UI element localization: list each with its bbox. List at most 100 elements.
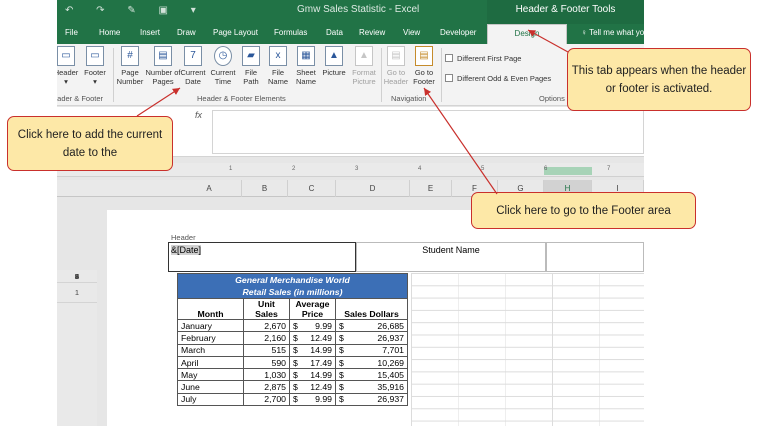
header-sales-dollars[interactable]: Sales Dollars bbox=[335, 298, 408, 320]
go-to-header-icon: ▤ bbox=[387, 46, 405, 66]
different-first-page-checkbox[interactable]: Different First Page bbox=[445, 54, 521, 63]
average-price-cell[interactable]: $14.99 bbox=[289, 368, 336, 382]
sales-dollars-cell[interactable]: $15,405 bbox=[335, 368, 408, 382]
currency-symbol: $ bbox=[339, 382, 344, 393]
tab-data[interactable]: Data bbox=[326, 28, 343, 37]
header-unit-sales[interactable]: Unit Sales bbox=[243, 298, 290, 320]
row-header[interactable]: 9 bbox=[57, 270, 97, 283]
table-row: May 1,030 $14.99 $15,405 bbox=[177, 368, 408, 382]
different-odd-even-checkbox[interactable]: Different Odd & Even Pages bbox=[445, 74, 551, 83]
sales-dollars-cell[interactable]: $10,269 bbox=[335, 355, 408, 370]
tab-page-layout[interactable]: Page Layout bbox=[213, 28, 258, 37]
sales-value: 7,701 bbox=[382, 345, 404, 356]
month-cell[interactable]: May bbox=[177, 368, 244, 382]
window-title: Gmw Sales Statistic - Excel bbox=[297, 4, 420, 15]
column-header-d[interactable]: D bbox=[336, 180, 410, 197]
group-separator bbox=[381, 48, 382, 102]
tell-me-box[interactable]: ♀ Tell me what yo bbox=[581, 28, 644, 37]
average-price-cell[interactable]: $12.49 bbox=[289, 331, 336, 345]
month-cell[interactable]: July bbox=[177, 392, 244, 407]
month-cell[interactable]: March bbox=[177, 343, 244, 357]
unit-sales-cell[interactable]: 2,700 bbox=[243, 392, 290, 407]
current-date-button[interactable]: 7 Current Date bbox=[179, 46, 207, 86]
format-picture-button[interactable]: ▲ Format Picture bbox=[349, 46, 379, 86]
month-cell[interactable]: February bbox=[177, 331, 244, 345]
picture-button[interactable]: ▲ Picture bbox=[319, 46, 349, 77]
file-name-button[interactable]: x File Name bbox=[265, 46, 291, 86]
average-price-cell[interactable]: $14.99 bbox=[289, 343, 336, 357]
column-header-a[interactable]: A bbox=[177, 180, 242, 197]
tab-file[interactable]: File bbox=[65, 28, 78, 37]
contextual-tab-title: Header & Footer Tools bbox=[487, 0, 644, 24]
column-header-e[interactable]: E bbox=[410, 180, 452, 197]
footer-button[interactable]: ▭ Footer ▾ bbox=[81, 46, 109, 86]
go-to-header-button[interactable]: ▤ Go to Header bbox=[383, 46, 409, 86]
ruler-mark: 5 bbox=[481, 166, 485, 172]
ruler-selection bbox=[544, 167, 592, 175]
average-price-cell[interactable]: $9.99 bbox=[289, 392, 336, 407]
file-path-label: File Path bbox=[243, 68, 259, 86]
currency-symbol: $ bbox=[293, 369, 298, 380]
unit-sales-cell[interactable]: 1,030 bbox=[243, 368, 290, 382]
current-time-button[interactable]: ◷ Current Time bbox=[209, 46, 237, 86]
ribbon-tabs: File Home Insert Draw Page Layout Formul… bbox=[57, 24, 644, 44]
sales-dollars-cell[interactable]: $26,937 bbox=[335, 331, 408, 345]
currency-symbol: $ bbox=[339, 394, 344, 405]
sales-dollars-cell[interactable]: $35,916 bbox=[335, 380, 408, 394]
header-month[interactable]: Month bbox=[177, 298, 244, 320]
unit-sales-cell[interactable]: 2,160 bbox=[243, 331, 290, 345]
unit-sales-cell[interactable]: 2,670 bbox=[243, 318, 290, 333]
cell-grid[interactable] bbox=[411, 273, 644, 426]
tab-formulas[interactable]: Formulas bbox=[274, 28, 307, 37]
page-number-button[interactable]: # Page Number bbox=[115, 46, 145, 86]
fx-icon[interactable]: fx bbox=[195, 110, 202, 120]
checkbox-icon bbox=[445, 54, 453, 62]
header-right-section[interactable] bbox=[546, 242, 644, 272]
column-header-b[interactable]: B bbox=[242, 180, 288, 197]
tab-insert[interactable]: Insert bbox=[140, 28, 160, 37]
ribbon-design: ▭Header▾ ▭Footer▾ eader & Footer #Page N… bbox=[57, 44, 644, 106]
number-of-pages-button[interactable]: ▤ Number of Pages bbox=[145, 46, 181, 86]
header-average-price[interactable]: Average Price bbox=[289, 298, 336, 320]
quick-access-toolbar[interactable]: ↶ ↷ ✎ ▣ ▾ bbox=[65, 5, 206, 16]
folder-icon: ▰ bbox=[242, 46, 260, 66]
month-cell[interactable]: January bbox=[177, 318, 244, 333]
header-left-section[interactable]: &[Date] bbox=[168, 242, 356, 272]
table-row: January 2,670 $9.99 $26,685 bbox=[177, 318, 408, 333]
tab-developer[interactable]: Developer bbox=[440, 28, 476, 37]
unit-sales-cell[interactable]: 2,875 bbox=[243, 380, 290, 394]
sales-dollars-cell[interactable]: $26,685 bbox=[335, 318, 408, 333]
currency-symbol: $ bbox=[293, 332, 298, 343]
header-student-name: Student Name bbox=[422, 245, 480, 255]
sales-dollars-cell[interactable]: $7,701 bbox=[335, 343, 408, 357]
month-cell[interactable]: April bbox=[177, 355, 244, 370]
file-path-button[interactable]: ▰ File Path bbox=[239, 46, 263, 86]
column-header-c[interactable]: C bbox=[288, 180, 336, 197]
currency-symbol: $ bbox=[293, 357, 298, 368]
average-price-cell[interactable]: $17.49 bbox=[289, 355, 336, 370]
tell-me-text: Tell me what yo bbox=[589, 28, 644, 37]
sales-dollars-cell[interactable]: $26,937 bbox=[335, 392, 408, 407]
average-price-cell[interactable]: $12.49 bbox=[289, 380, 336, 394]
tab-design[interactable]: Design bbox=[487, 24, 567, 44]
table-row: March 515 $14.99 $7,701 bbox=[177, 343, 408, 357]
sales-value: 26,685 bbox=[377, 320, 404, 331]
group-separator bbox=[113, 48, 114, 102]
header-button[interactable]: ▭Header▾ bbox=[57, 46, 79, 86]
tab-draw[interactable]: Draw bbox=[177, 28, 196, 37]
header-center-section[interactable]: Student Name bbox=[356, 242, 546, 272]
picture-label: Picture bbox=[322, 68, 346, 77]
tab-home[interactable]: Home bbox=[99, 28, 120, 37]
formula-input[interactable] bbox=[212, 110, 644, 154]
unit-sales-cell[interactable]: 515 bbox=[243, 343, 290, 357]
tab-view[interactable]: View bbox=[403, 28, 420, 37]
average-price-cell[interactable]: $9.99 bbox=[289, 318, 336, 333]
go-to-footer-button[interactable]: ▤ Go to Footer bbox=[411, 46, 437, 86]
table-title[interactable]: General Merchandise World Retail Sales (i… bbox=[177, 273, 408, 299]
callout-tab-info: This tab appears when the header or foot… bbox=[567, 48, 751, 111]
month-cell[interactable]: June bbox=[177, 380, 244, 394]
ruler-mark: 3 bbox=[355, 166, 359, 172]
sheet-name-button[interactable]: ▦ Sheet Name bbox=[293, 46, 319, 86]
unit-sales-cell[interactable]: 590 bbox=[243, 355, 290, 370]
tab-review[interactable]: Review bbox=[359, 28, 385, 37]
